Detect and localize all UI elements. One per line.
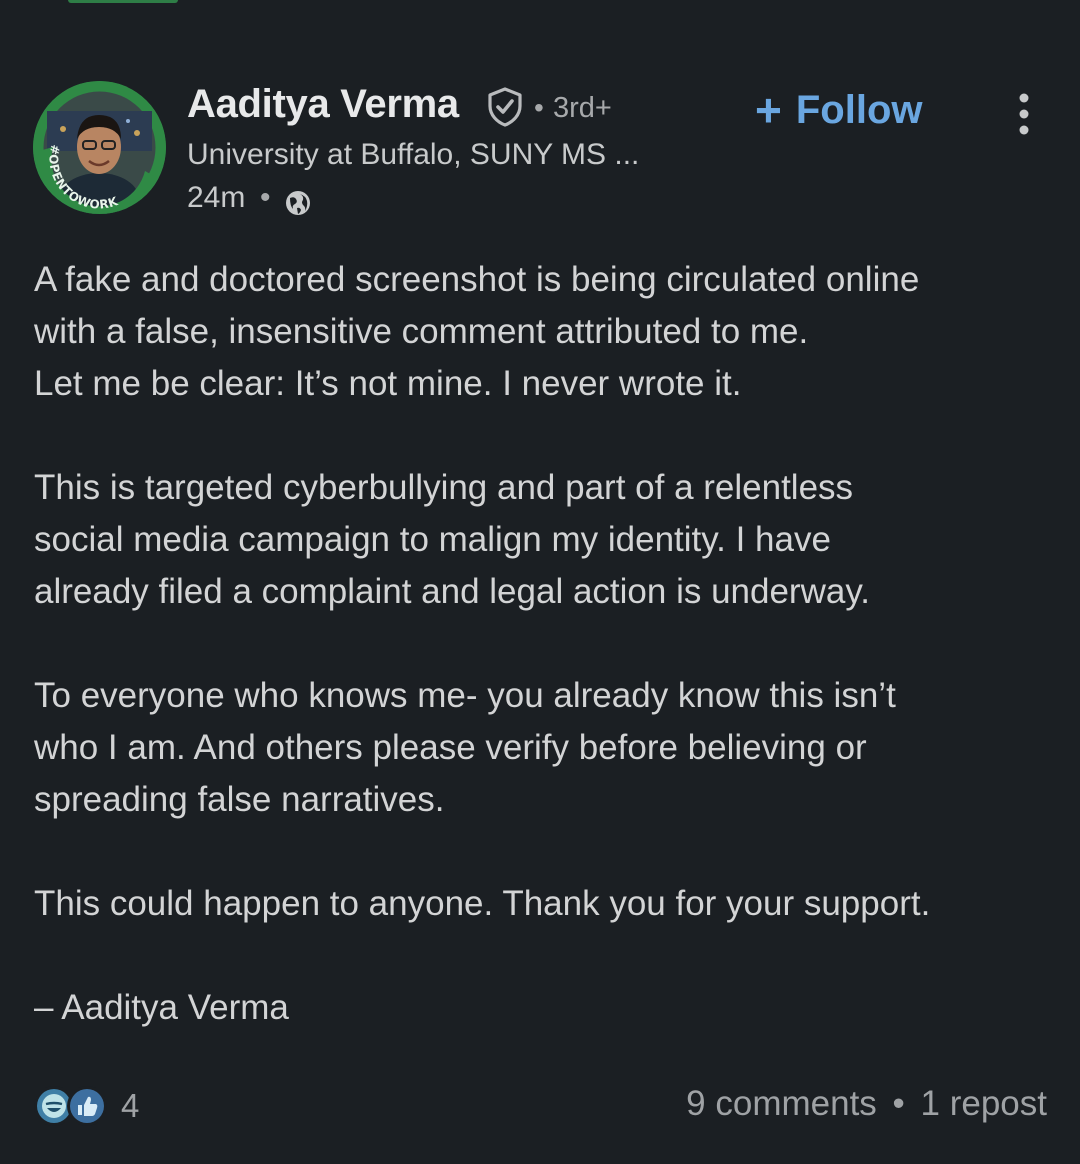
post-signature: – Aaditya Verma [34,982,1054,1034]
author-name[interactable]: Aaditya Verma [187,82,459,127]
post-paragraph: This is targeted cyberbullying and part … [34,462,1054,618]
avatar-photo: #OPENTOWORK [33,81,166,214]
post-header: #OPENTOWORK Aaditya Verma • 3rd+ Univers… [0,70,1080,220]
like-reaction-icon [67,1086,107,1126]
post-line: To everyone who knows me- you already kn… [34,676,896,715]
degree-separator: • [534,92,544,123]
author-headline: University at Buffalo, SUNY MS ... [187,138,640,171]
post-line: spreading false narratives. [34,780,445,819]
reaction-icons-graphic [34,1086,107,1126]
reposts-count-link[interactable]: 1 repost [921,1084,1047,1123]
post-line: This is targeted cyberbullying and part … [34,468,854,507]
post-line: A fake and doctored screenshot is being … [34,260,920,299]
post-line: Let me be clear: It’s not mine. I never … [34,364,742,403]
time-separator: • [260,181,271,214]
globe-icon [286,191,310,215]
post-line: social media campaign to malign my ident… [34,520,831,559]
post-paragraph: A fake and doctored screenshot is being … [34,254,1054,410]
connection-degree: 3rd+ [553,92,612,124]
avatar[interactable]: #OPENTOWORK [33,81,166,214]
post-line: with a false, insensitive comment attrib… [34,312,809,351]
post-line: already filed a complaint and legal acti… [34,572,870,611]
reaction-count: 4 [121,1087,140,1124]
follow-button[interactable]: + Follow [755,80,923,140]
post-body: A fake and doctored screenshot is being … [34,254,1054,1086]
post-paragraph: This could happen to anyone. Thank you f… [34,878,1054,930]
reactions-summary[interactable]: 4 [33,1082,139,1130]
engagement-summary: 9 comments • 1 repost [686,1084,1047,1124]
more-options-icon[interactable] [1004,92,1044,136]
verified-shield-icon [488,87,522,127]
post-paragraph: To everyone who knows me- you already kn… [34,670,1054,826]
post-line: – Aaditya Verma [34,988,289,1027]
comments-count-link[interactable]: 9 comments [686,1084,877,1123]
post-line: who I am. And others please verify befor… [34,728,867,767]
follow-label: Follow [795,87,923,132]
top-accent-bar [68,0,178,3]
plus-icon: + [755,84,782,136]
post-line: This could happen to anyone. Thank you f… [34,884,931,923]
reaction-icons [33,1083,113,1129]
engagement-separator: • [892,1084,905,1123]
post-timestamp: 24m [187,181,246,214]
